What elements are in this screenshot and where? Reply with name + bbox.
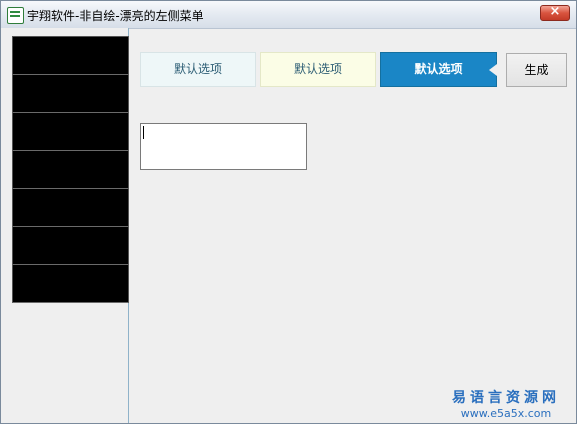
watermark-name: 易语言资源网: [452, 390, 560, 406]
left-menu: [12, 36, 129, 303]
menu-item-5[interactable]: [12, 189, 129, 227]
app-icon: [7, 7, 24, 24]
title-bar[interactable]: 宇翔软件-非自绘-漂亮的左侧菜单 ×: [1, 1, 576, 29]
text-caret: [143, 126, 144, 139]
option-tab-1[interactable]: 默认选项: [140, 52, 256, 87]
left-menu-panel: [1, 28, 129, 423]
menu-item-4[interactable]: [12, 151, 129, 189]
close-button[interactable]: ×: [540, 4, 570, 21]
generate-button[interactable]: 生成: [506, 53, 567, 87]
menu-item-2[interactable]: [12, 75, 129, 113]
watermark-url: www.e5a5x.com: [460, 407, 552, 420]
app-window: 宇翔软件-非自绘-漂亮的左侧菜单 × 默认选项 默认选项 默认选项 生成 易语言…: [0, 0, 577, 424]
window-title: 宇翔软件-非自绘-漂亮的左侧菜单: [27, 9, 204, 23]
menu-item-6[interactable]: [12, 227, 129, 265]
option-tab-2[interactable]: 默认选项: [260, 52, 376, 87]
menu-item-1[interactable]: [12, 36, 129, 75]
watermark: 易语言资源网 www.e5a5x.com: [446, 387, 566, 420]
option-tab-3-selected[interactable]: 默认选项: [380, 52, 497, 87]
menu-item-3[interactable]: [12, 113, 129, 151]
text-input[interactable]: [140, 123, 307, 170]
menu-item-7[interactable]: [12, 265, 129, 303]
close-icon: ×: [549, 4, 561, 19]
